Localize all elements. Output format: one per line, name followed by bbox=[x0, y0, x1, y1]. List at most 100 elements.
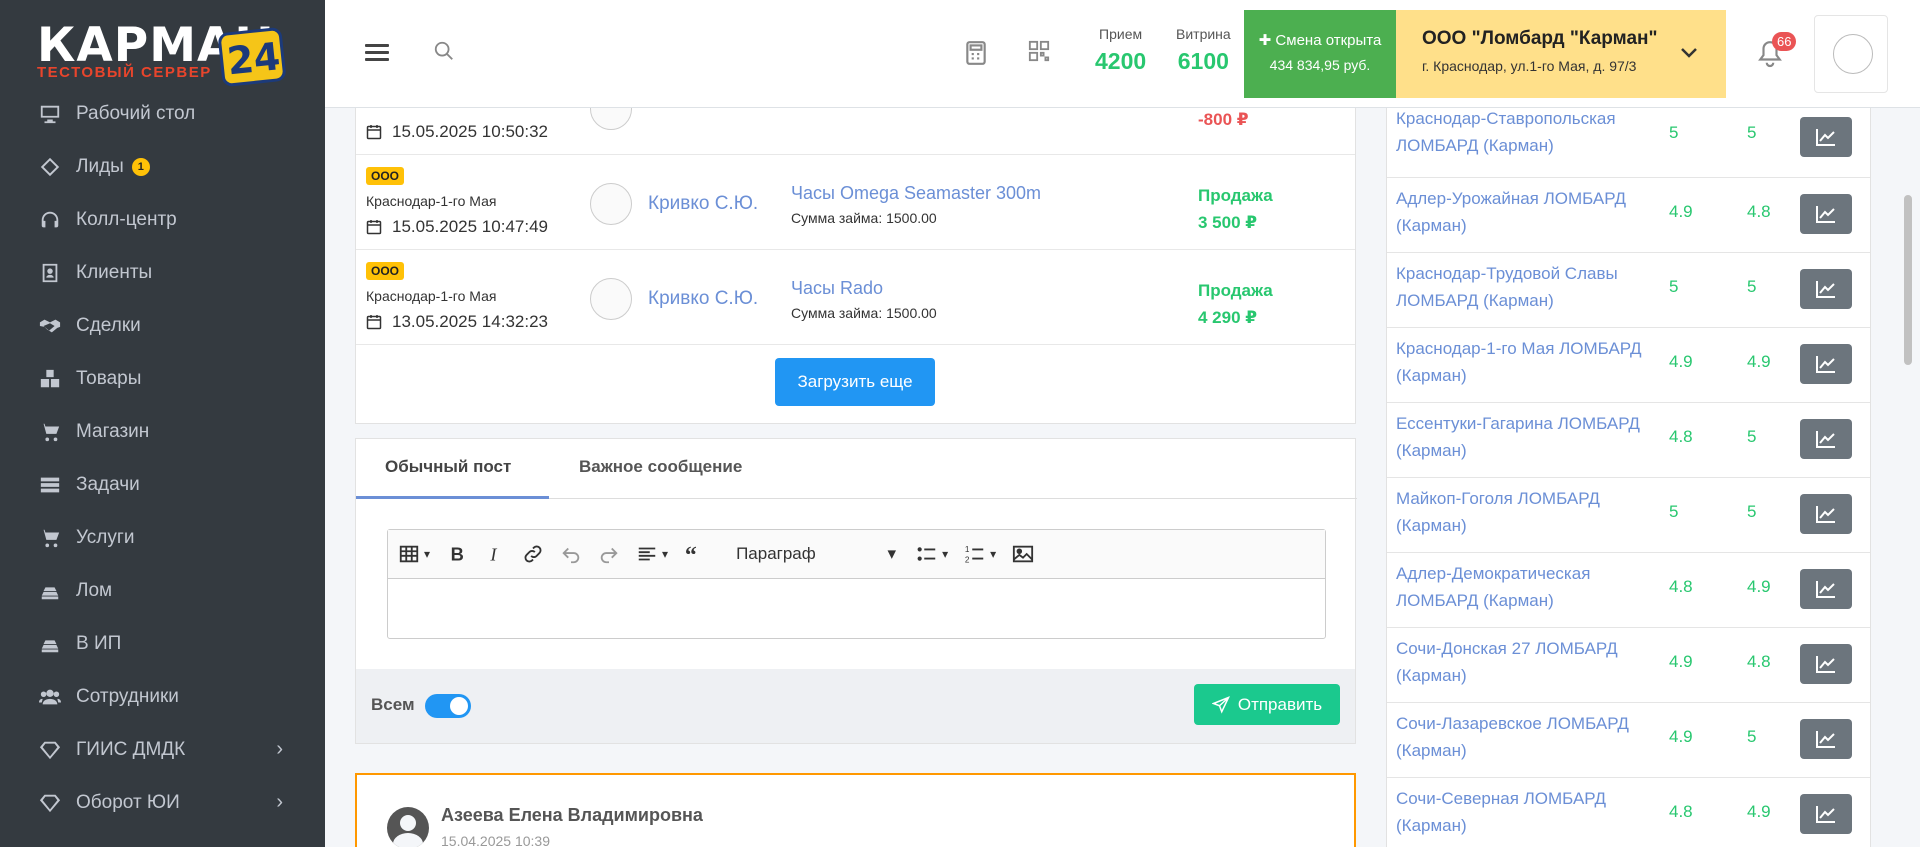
sidebar-item-scrap[interactable]: Лом bbox=[0, 564, 325, 617]
menu-toggle-icon[interactable] bbox=[365, 44, 389, 65]
sidebar-item-turnover[interactable]: Оборот ЮИ › bbox=[0, 776, 325, 829]
bold-button[interactable]: B bbox=[446, 543, 468, 565]
chart-button[interactable] bbox=[1800, 269, 1852, 309]
table-button[interactable]: ▾ bbox=[398, 543, 430, 565]
chart-button[interactable] bbox=[1800, 117, 1852, 157]
quote-button[interactable]: “ bbox=[684, 543, 706, 565]
row-datetime-text: 15.05.2025 10:47:49 bbox=[392, 217, 548, 236]
sidebar-item-desktop[interactable]: Рабочий стол bbox=[0, 87, 325, 140]
sidebar-item-shop[interactable]: Магазин bbox=[0, 405, 325, 458]
shift-status-button[interactable]: ✚ Смена открыта 434 834,95 руб. bbox=[1244, 10, 1396, 98]
post-editor-card: Обычный пост Важное сообщение ▾ B I ▾ “ … bbox=[355, 438, 1357, 744]
search-icon[interactable] bbox=[433, 40, 455, 67]
logo[interactable]: КАРМАН ТЕСТОВЫЙ СЕРВЕР 24 bbox=[35, 10, 290, 88]
insert-image-button[interactable] bbox=[1012, 543, 1034, 565]
rating-value-2: 5 bbox=[1747, 502, 1757, 521]
sidebar-item-clients[interactable]: Клиенты bbox=[0, 246, 325, 299]
branch-name-link[interactable]: Сочи-Донская 27 ЛОМБАРД (Карман) bbox=[1396, 635, 1646, 689]
row-datetime: 15.05.2025 10:47:49 bbox=[366, 217, 548, 237]
cart-icon bbox=[38, 420, 62, 444]
message-time: 15.04.2025 10:39 bbox=[441, 833, 550, 847]
chart-button[interactable] bbox=[1800, 494, 1852, 534]
chevron-down-icon: ▾ bbox=[662, 547, 669, 561]
item-link[interactable]: Часы Rado bbox=[791, 278, 883, 299]
branch-name-link[interactable]: Краснодар-1-го Мая ЛОМБАРД (Карман) bbox=[1396, 335, 1646, 389]
audience-toggle[interactable] bbox=[425, 694, 471, 718]
numbered-list-icon: 12 bbox=[965, 545, 984, 564]
redo-button[interactable] bbox=[598, 543, 620, 565]
id-card-icon bbox=[38, 261, 62, 285]
branch-name-link[interactable]: Адлер-Демократическая ЛОМБАРД (Карман) bbox=[1396, 560, 1646, 614]
message-card: Азеева Елена Владимировна 15.04.2025 10:… bbox=[355, 773, 1356, 847]
message-author[interactable]: Азеева Елена Владимировна bbox=[441, 805, 703, 826]
branch-name-link[interactable]: Краснодар-Трудовой Славы ЛОМБАРД (Карман… bbox=[1396, 260, 1646, 314]
chevron-right-icon: › bbox=[276, 791, 283, 813]
calculator-icon[interactable] bbox=[965, 40, 987, 71]
undo-button[interactable] bbox=[560, 543, 582, 565]
qr-code-icon[interactable] bbox=[1028, 40, 1050, 67]
send-button[interactable]: Отправить bbox=[1194, 684, 1340, 725]
tab-regular-post[interactable]: Обычный пост bbox=[385, 457, 511, 477]
branch-name-link[interactable]: Сочи-Лазаревское ЛОМБАРД (Карман) bbox=[1396, 710, 1646, 764]
sidebar-item-giis[interactable]: ГИИС ДМДК › bbox=[0, 723, 325, 776]
sidebar-item-goods[interactable]: Товары bbox=[0, 352, 325, 405]
rating-value-1: 4.8 bbox=[1669, 802, 1693, 821]
table-icon bbox=[399, 545, 419, 563]
item-link[interactable]: Часы Omega Seamaster 300m bbox=[791, 183, 1041, 204]
sidebar-item-deals[interactable]: Сделки bbox=[0, 299, 325, 352]
boxes-icon bbox=[38, 367, 62, 391]
paragraph-select[interactable]: Параграф ▾ bbox=[736, 544, 896, 564]
sidebar-item-label: Оборот ЮИ bbox=[76, 791, 180, 813]
branch-name-link[interactable]: Майкоп-Гоголя ЛОМБАРД (Карман) bbox=[1396, 485, 1646, 539]
italic-button[interactable]: I bbox=[484, 543, 506, 565]
sidebar-item-tasks[interactable]: Задачи bbox=[0, 458, 325, 511]
calendar-icon bbox=[366, 220, 382, 235]
align-button[interactable]: ▾ bbox=[636, 543, 668, 565]
branch-name-link[interactable]: Ессентуки-Гагарина ЛОМБАРД (Карман) bbox=[1396, 410, 1646, 464]
chart-line-icon bbox=[1816, 731, 1835, 748]
chart-button[interactable] bbox=[1800, 419, 1852, 459]
chart-line-icon bbox=[1816, 656, 1835, 673]
numbered-list-button[interactable]: 1 2 ▾ bbox=[964, 543, 996, 565]
bullet-list-button[interactable]: ▾ bbox=[916, 543, 948, 565]
logo-number: 24 bbox=[225, 34, 283, 84]
quote-icon: “ bbox=[685, 543, 697, 565]
link-button[interactable] bbox=[522, 543, 544, 565]
sidebar-item-to-ip[interactable]: В ИП bbox=[0, 617, 325, 670]
chart-line-icon bbox=[1816, 356, 1835, 373]
employee-link[interactable]: Кривко С.Ю. bbox=[648, 288, 758, 310]
sidebar-item-label: Лом bbox=[76, 579, 113, 601]
calendar-icon bbox=[366, 315, 382, 330]
loan-amount: Сумма займа: 1500.00 bbox=[791, 305, 937, 321]
notifications-button[interactable]: 66 bbox=[1757, 32, 1797, 73]
top-header: Прием 4200 Витрина 6100 ✚ Смена открыта … bbox=[325, 0, 1920, 108]
chart-button[interactable] bbox=[1800, 194, 1852, 234]
chart-button[interactable] bbox=[1800, 344, 1852, 384]
user-avatar[interactable] bbox=[1814, 15, 1888, 93]
branch-name-link[interactable]: Сочи-Северная ЛОМБАРД (Карман) bbox=[1396, 785, 1646, 839]
chart-button[interactable] bbox=[1800, 569, 1852, 609]
page-scrollbar[interactable] bbox=[1904, 195, 1912, 365]
sidebar-item-employees[interactable]: Сотрудники bbox=[0, 670, 325, 723]
rating-value-1: 4.8 bbox=[1669, 577, 1693, 596]
sidebar-item-callcenter[interactable]: Колл-центр bbox=[0, 193, 325, 246]
editor-content-area[interactable] bbox=[388, 579, 1325, 637]
operation-type: Продажа bbox=[1198, 186, 1273, 205]
list-item: Сочи-Северная ЛОМБАРД (Карман) 4.8 4.9 bbox=[1387, 778, 1870, 847]
row-branch: Краснодар-1-го Мая bbox=[366, 193, 497, 209]
operation-amount: 3 500 ₽ bbox=[1198, 213, 1258, 232]
branch-name-link[interactable]: Краснодар-Ставропольская ЛОМБАРД (Карман… bbox=[1396, 108, 1646, 159]
chart-button[interactable] bbox=[1800, 794, 1852, 834]
sidebar-item-leads[interactable]: Лиды 1 bbox=[0, 140, 325, 193]
branch-name-link[interactable]: Адлер-Урожайная ЛОМБАРД (Карман) bbox=[1396, 185, 1646, 239]
chevron-right-icon: › bbox=[276, 738, 283, 760]
employee-link[interactable]: Кривко С.Ю. bbox=[648, 193, 758, 215]
chart-button[interactable] bbox=[1800, 644, 1852, 684]
chart-button[interactable] bbox=[1800, 719, 1852, 759]
sidebar-item-services[interactable]: Услуги bbox=[0, 511, 325, 564]
load-more-button[interactable]: Загрузить еще bbox=[775, 358, 935, 406]
tab-important-message[interactable]: Важное сообщение bbox=[579, 457, 742, 477]
svg-text:I: I bbox=[489, 544, 497, 564]
calendar-icon bbox=[366, 125, 382, 140]
org-selector[interactable]: ООО "Ломбард "Карман" г. Краснодар, ул.1… bbox=[1396, 10, 1726, 98]
